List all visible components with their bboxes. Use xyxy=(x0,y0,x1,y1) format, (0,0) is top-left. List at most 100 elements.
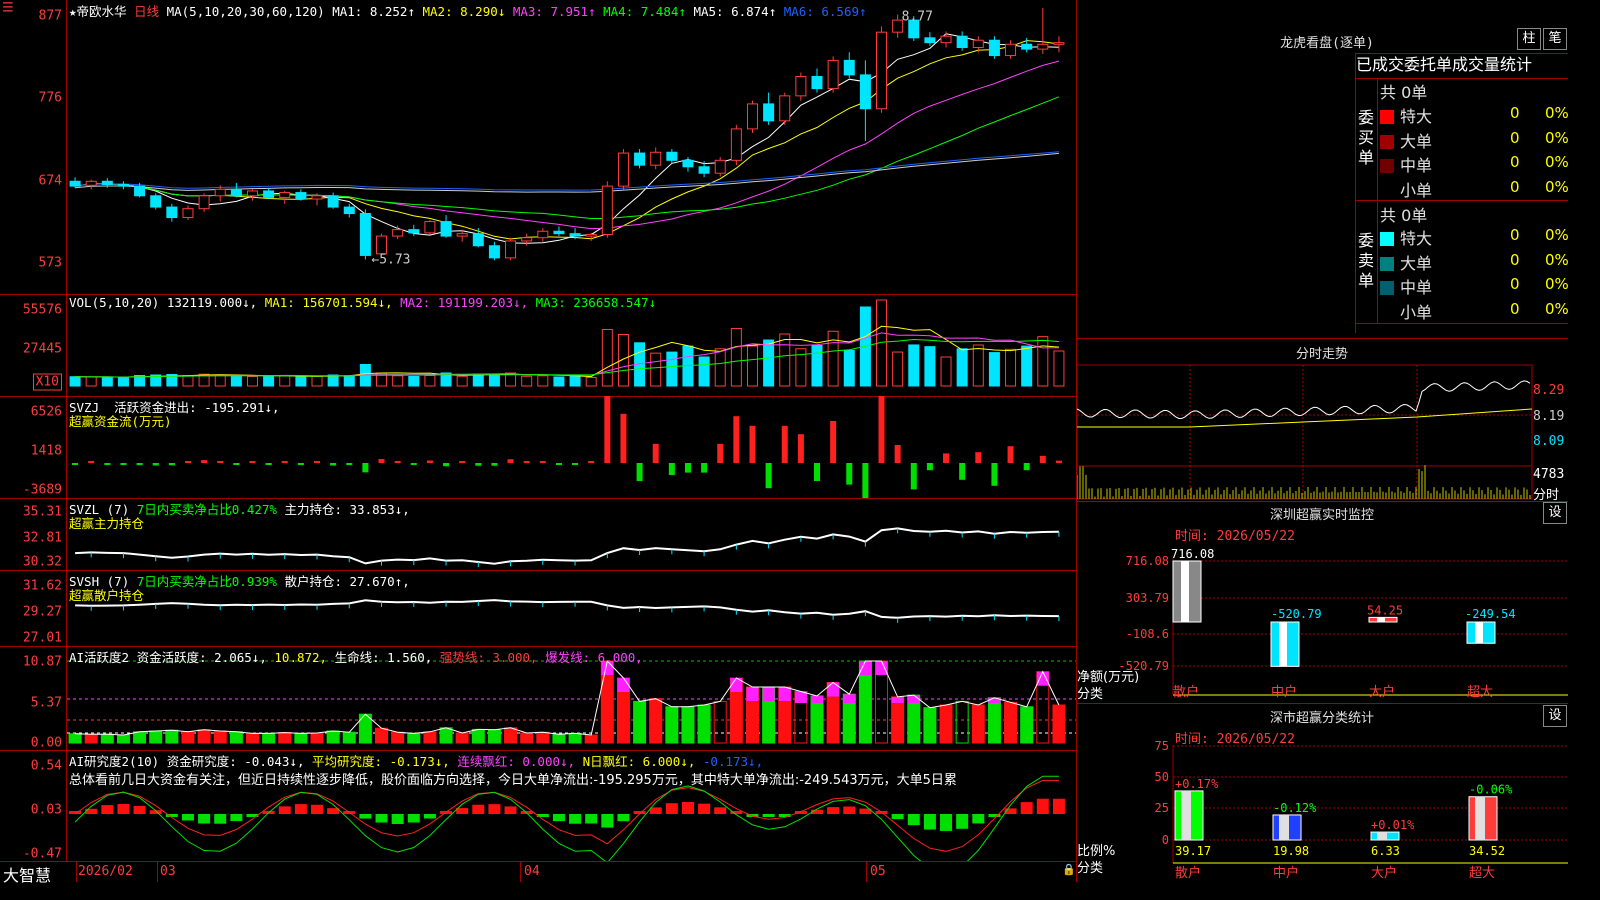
kline-plot[interactable]: 8.77 ←5.73 xyxy=(67,0,1077,294)
monitor-value: -520.79 xyxy=(1271,607,1322,621)
activity-burst-cap xyxy=(827,682,840,697)
stats-change: +0.17% xyxy=(1175,777,1219,791)
buy-count: 0 xyxy=(1510,128,1520,147)
svzl-panel[interactable]: 35.31 32.81 30.32 SVZL (7) 7日内买卖净占比0.427… xyxy=(0,498,1077,571)
volume-bar xyxy=(956,348,968,387)
volume-bar xyxy=(811,345,823,387)
activity-bar xyxy=(552,733,566,744)
fund-flow-bar xyxy=(362,463,369,473)
menu-icon[interactable]: ☰ xyxy=(2,1,14,16)
stats-panel: 深市超赢分类统计 设 时间: 2026/05/22 75 50 25 0 +0.17% 3… xyxy=(1077,703,1568,882)
monitor-cat-label: 分类 xyxy=(1077,687,1104,702)
fund-flow-bar xyxy=(378,459,385,463)
fund-flow-bar xyxy=(281,461,288,463)
activity-bar xyxy=(262,732,276,744)
fund-flow-bar xyxy=(555,463,562,465)
bar-view-button[interactable]: 柱 xyxy=(1517,28,1541,50)
activity-burst-cap xyxy=(746,687,759,701)
fund-flow-bar xyxy=(72,463,79,465)
activity-bar xyxy=(342,731,356,744)
monitor-value: 716.08 xyxy=(1171,547,1214,561)
volume-panel[interactable]: 55576 27445 X10 VOL(5,10,20) 132119.000↓… xyxy=(0,294,1077,397)
fund-flow-bar xyxy=(684,463,691,473)
candle-body xyxy=(521,237,533,242)
research-bar xyxy=(617,814,630,822)
tab-filled[interactable]: 已成交 xyxy=(1356,55,1404,74)
sell-row: 大单 xyxy=(1380,250,1432,274)
research-bar xyxy=(1036,798,1049,814)
ma-3-value: MA3: 7.951↑ xyxy=(512,4,604,19)
monitor-category: 大户 xyxy=(1369,684,1395,700)
tab-stats[interactable]: 统计 xyxy=(1500,55,1532,74)
candle-body xyxy=(85,180,97,186)
fund-flow-bar xyxy=(604,396,611,463)
research-bar xyxy=(181,814,194,821)
volume-bar xyxy=(246,376,258,387)
candle-body xyxy=(569,233,581,237)
kline-panel[interactable]: ☰ 877 776 674 573 ★帝欧水华 日线 MA(5,10,20,30… xyxy=(0,0,1077,295)
fund-flow-bar xyxy=(894,445,901,463)
research-bar xyxy=(278,806,291,814)
ai-research-panel[interactable]: 0.54 0.03 -0.47 AI研究度2(10) 资金研究度: -0.043… xyxy=(0,750,1077,862)
fund-flow-bar xyxy=(733,416,740,463)
buy-percent: 0% xyxy=(1545,177,1569,196)
candle-body xyxy=(166,206,178,219)
candle-body xyxy=(327,195,339,208)
research-bar xyxy=(940,814,953,831)
fund-flow-bar xyxy=(797,434,804,463)
monitor-tick: -108.6 xyxy=(1126,627,1169,641)
research-bar xyxy=(827,807,840,814)
intraday-panel[interactable]: 分时走势 8.29 8.19 8.09 4783 分时 xyxy=(1077,338,1568,503)
activity-burst-cap xyxy=(778,687,791,701)
volume-bar xyxy=(569,376,581,387)
buy-percent: 0% xyxy=(1545,104,1569,122)
activity-burst-cap xyxy=(907,695,920,703)
research-bar xyxy=(359,814,372,819)
candle-body xyxy=(779,95,791,122)
research-bar xyxy=(569,814,582,824)
stock-name[interactable]: ★帝欧水华 xyxy=(69,4,127,19)
stats-change: +0.01% xyxy=(1371,818,1415,832)
tab-volume[interactable]: 成交量 xyxy=(1452,55,1500,74)
candle-body xyxy=(666,151,678,161)
activity-bar xyxy=(84,733,98,744)
activity-bar xyxy=(197,729,211,744)
ma-2-value: MA2: 8.290↓ xyxy=(422,4,513,19)
ai-activity-panel[interactable]: 10.87 5.37 0.00 AI活跃度2 资金活跃度: 2.065↓, 10… xyxy=(0,646,1077,751)
sell-percent: 0% xyxy=(1545,275,1569,293)
research-bar xyxy=(504,806,517,814)
buy-row: 大单 xyxy=(1380,128,1432,152)
fund-flow-bar xyxy=(749,425,756,463)
volume-bar xyxy=(488,373,500,387)
research-bar xyxy=(843,806,856,814)
stats-category: 中户 xyxy=(1273,865,1299,881)
svzj-panel[interactable]: 6526 1418 -3689 SVZJ 活跃资金进出: -195.291↓, … xyxy=(0,396,1077,499)
stats-change: -0.12% xyxy=(1273,801,1317,815)
candle-body xyxy=(505,240,517,259)
fund-flow-bar xyxy=(701,463,708,473)
research-bar xyxy=(230,814,243,822)
candle-body xyxy=(746,103,758,130)
lock-icon[interactable]: 🔒 xyxy=(1062,863,1076,876)
fund-flow-bar xyxy=(846,463,853,485)
buy-name: 特大 xyxy=(1400,107,1433,126)
tick-view-button[interactable]: 笔 xyxy=(1543,28,1567,50)
tab-orders[interactable]: 委托单 xyxy=(1404,55,1452,74)
candle-body xyxy=(1037,43,1049,50)
candle-body xyxy=(424,221,436,234)
activity-bar xyxy=(310,732,324,744)
stats-category: 大户 xyxy=(1371,865,1397,881)
volume-bar xyxy=(1053,350,1065,387)
svsh-panel[interactable]: 31.62 29.27 27.01 SVSH (7) 7日内买卖净占比0.939… xyxy=(0,570,1077,647)
research-bar xyxy=(133,805,146,814)
svsh-axis: 31.62 29.27 27.01 xyxy=(0,570,67,646)
fund-flow-bar xyxy=(620,413,627,463)
period-label[interactable]: 日线 xyxy=(134,4,159,19)
fund-flow-bar xyxy=(636,463,643,481)
ma-1-value: MA1: 8.252↑ xyxy=(332,4,423,19)
buy-name: 中单 xyxy=(1400,156,1433,175)
fund-flow-bar xyxy=(588,461,595,463)
volume-bar xyxy=(1037,336,1049,387)
research-bar xyxy=(649,807,662,814)
fund-flow-bar xyxy=(991,463,998,486)
